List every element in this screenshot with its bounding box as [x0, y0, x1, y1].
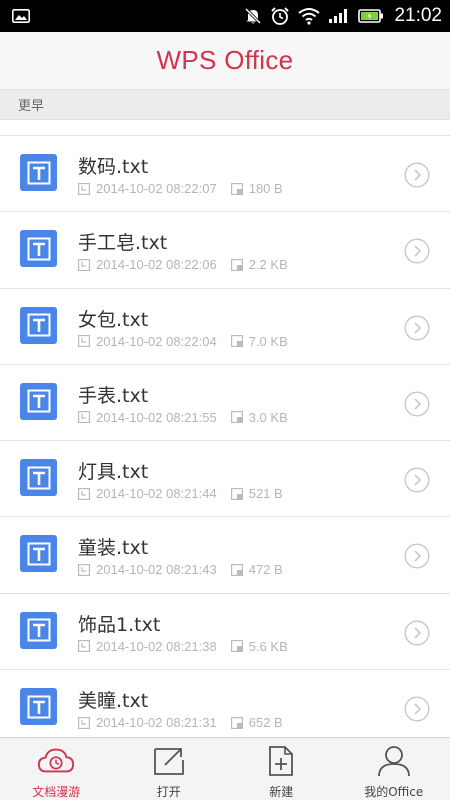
file-meta: 2014-10-02 08:21:38 5.6 KB	[78, 639, 288, 654]
file-date: 2014-10-02 08:21:43	[96, 562, 217, 578]
file-meta: 2014-10-02 08:21:44 521 B	[78, 486, 283, 501]
file-name: 童装.txt	[78, 537, 149, 560]
file-date: 2014-10-02 08:22:06	[96, 257, 217, 273]
signal-icon	[328, 0, 350, 32]
file-date: 2014-10-02 08:22:04	[96, 333, 217, 349]
chevron-right-icon[interactable]	[404, 391, 430, 417]
section-label: 更早	[18, 99, 45, 114]
tab-new[interactable]: 新建	[225, 738, 338, 800]
file-size-icon	[230, 335, 243, 348]
file-size-icon	[230, 640, 243, 653]
mute-icon	[244, 0, 262, 32]
user-icon	[375, 745, 413, 777]
file-size-icon	[230, 716, 243, 729]
new-document-icon	[262, 745, 300, 777]
list-item[interactable]: 饰品1.txt 2014-10-02 08:21:38 5.6 KB	[0, 593, 450, 671]
tab-open[interactable]: 打开	[113, 738, 226, 800]
txt-file-icon	[20, 688, 57, 726]
list-item[interactable]: 美瞳.txt 2014-10-02 08:21:31 652 B	[0, 670, 450, 747]
cloud-clock-icon	[37, 745, 75, 777]
file-name: 美瞳.txt	[78, 690, 149, 713]
file-date: 2014-10-02 08:21:55	[96, 409, 217, 425]
folder-open-icon	[150, 745, 188, 777]
file-date: 2014-10-02 08:21:44	[96, 486, 217, 502]
list-item[interactable]: 童装.txt 2014-10-02 08:21:43 472 B	[0, 517, 450, 594]
chevron-right-icon[interactable]	[404, 467, 430, 493]
file-size: 521 B	[248, 486, 283, 502]
tab-my-office[interactable]: 我的Office	[338, 738, 450, 800]
clock-icon	[78, 563, 90, 576]
file-meta: 2014-10-02 08:21:31 652 B	[78, 715, 283, 730]
list-item[interactable]: 手工皂.txt 2014-10-02 08:22:06 2.2 KB	[0, 212, 450, 289]
tab-label: 我的Office	[364, 785, 424, 799]
status-bar: 21:02	[0, 0, 450, 32]
file-date: 2014-10-02 08:21:38	[96, 638, 217, 654]
file-size-icon	[230, 563, 243, 576]
file-size: 652 B	[248, 715, 283, 731]
file-meta: 2014-10-02 08:21:43 472 B	[78, 562, 283, 577]
chevron-right-icon[interactable]	[404, 162, 430, 188]
txt-file-icon	[20, 535, 57, 573]
clock-icon	[78, 335, 90, 348]
file-size: 5.6 KB	[248, 638, 288, 654]
bottom-nav: 文档漫游 打开 新建 我的Office	[0, 737, 450, 800]
file-meta: 2014-10-02 08:22:04 7.0 KB	[78, 334, 288, 349]
clock-icon	[78, 411, 90, 424]
file-name: 手表.txt	[78, 384, 149, 407]
clock-icon	[78, 182, 90, 195]
file-meta: 2014-10-02 08:22:06 2.2 KB	[78, 257, 288, 272]
chevron-right-icon[interactable]	[404, 543, 430, 569]
image-icon	[12, 8, 30, 23]
file-size: 472 B	[248, 562, 283, 578]
file-size-icon	[230, 182, 243, 195]
section-header: 更早	[0, 90, 450, 120]
clock-time: 21:02	[394, 5, 442, 26]
page-title: WPS Office	[156, 45, 294, 75]
file-size: 3.0 KB	[248, 409, 288, 425]
txt-file-icon	[20, 611, 57, 649]
tab-label: 新建	[269, 785, 294, 799]
file-size: 180 B	[248, 181, 283, 196]
txt-file-icon	[20, 459, 57, 497]
txt-file-icon	[20, 154, 57, 191]
list-top-divider	[0, 120, 450, 136]
app-header: WPS Office	[0, 32, 450, 90]
chevron-right-icon[interactable]	[404, 238, 430, 264]
list-item[interactable]: 女包.txt 2014-10-02 08:22:04 7.0 KB	[0, 288, 450, 365]
chevron-right-icon[interactable]	[404, 315, 430, 341]
file-name: 饰品1.txt	[78, 613, 161, 636]
list-item[interactable]: 数码.txt 2014-10-02 08:22:07 180 B	[0, 136, 450, 213]
tab-label: 打开	[156, 785, 181, 799]
txt-file-icon	[20, 382, 57, 420]
file-size: 2.2 KB	[248, 257, 288, 273]
clock-icon	[78, 258, 90, 271]
txt-file-icon	[20, 230, 57, 268]
file-meta: 2014-10-02 08:22:07 180 B	[78, 181, 283, 196]
txt-file-icon	[20, 306, 57, 344]
clock-icon	[78, 640, 90, 653]
file-name: 女包.txt	[78, 308, 149, 331]
clock-icon	[78, 487, 90, 500]
chevron-right-icon[interactable]	[404, 696, 430, 722]
file-size-icon	[230, 487, 243, 500]
tab-label: 文档漫游	[32, 785, 81, 799]
list-item[interactable]: 灯具.txt 2014-10-02 08:21:44 521 B	[0, 441, 450, 518]
alarm-icon	[270, 0, 290, 32]
file-name: 灯具.txt	[78, 461, 149, 484]
clock-icon	[78, 716, 90, 729]
file-name: 手工皂.txt	[78, 232, 168, 255]
list-item[interactable]: 手表.txt 2014-10-02 08:21:55 3.0 KB	[0, 364, 450, 442]
file-name: 数码.txt	[78, 156, 149, 178]
file-meta: 2014-10-02 08:21:55 3.0 KB	[78, 410, 288, 425]
file-size-icon	[230, 411, 243, 424]
file-date: 2014-10-02 08:21:31	[96, 715, 217, 731]
file-size: 7.0 KB	[248, 333, 288, 349]
file-size-icon	[230, 258, 243, 271]
battery-icon	[358, 0, 384, 32]
file-date: 2014-10-02 08:22:07	[96, 181, 217, 196]
tab-document-roaming[interactable]: 文档漫游	[0, 738, 113, 800]
file-list: 数码.txt 2014-10-02 08:22:07 180 B 手工皂.txt…	[0, 136, 450, 747]
wifi-icon	[298, 0, 321, 32]
chevron-right-icon[interactable]	[404, 620, 430, 646]
